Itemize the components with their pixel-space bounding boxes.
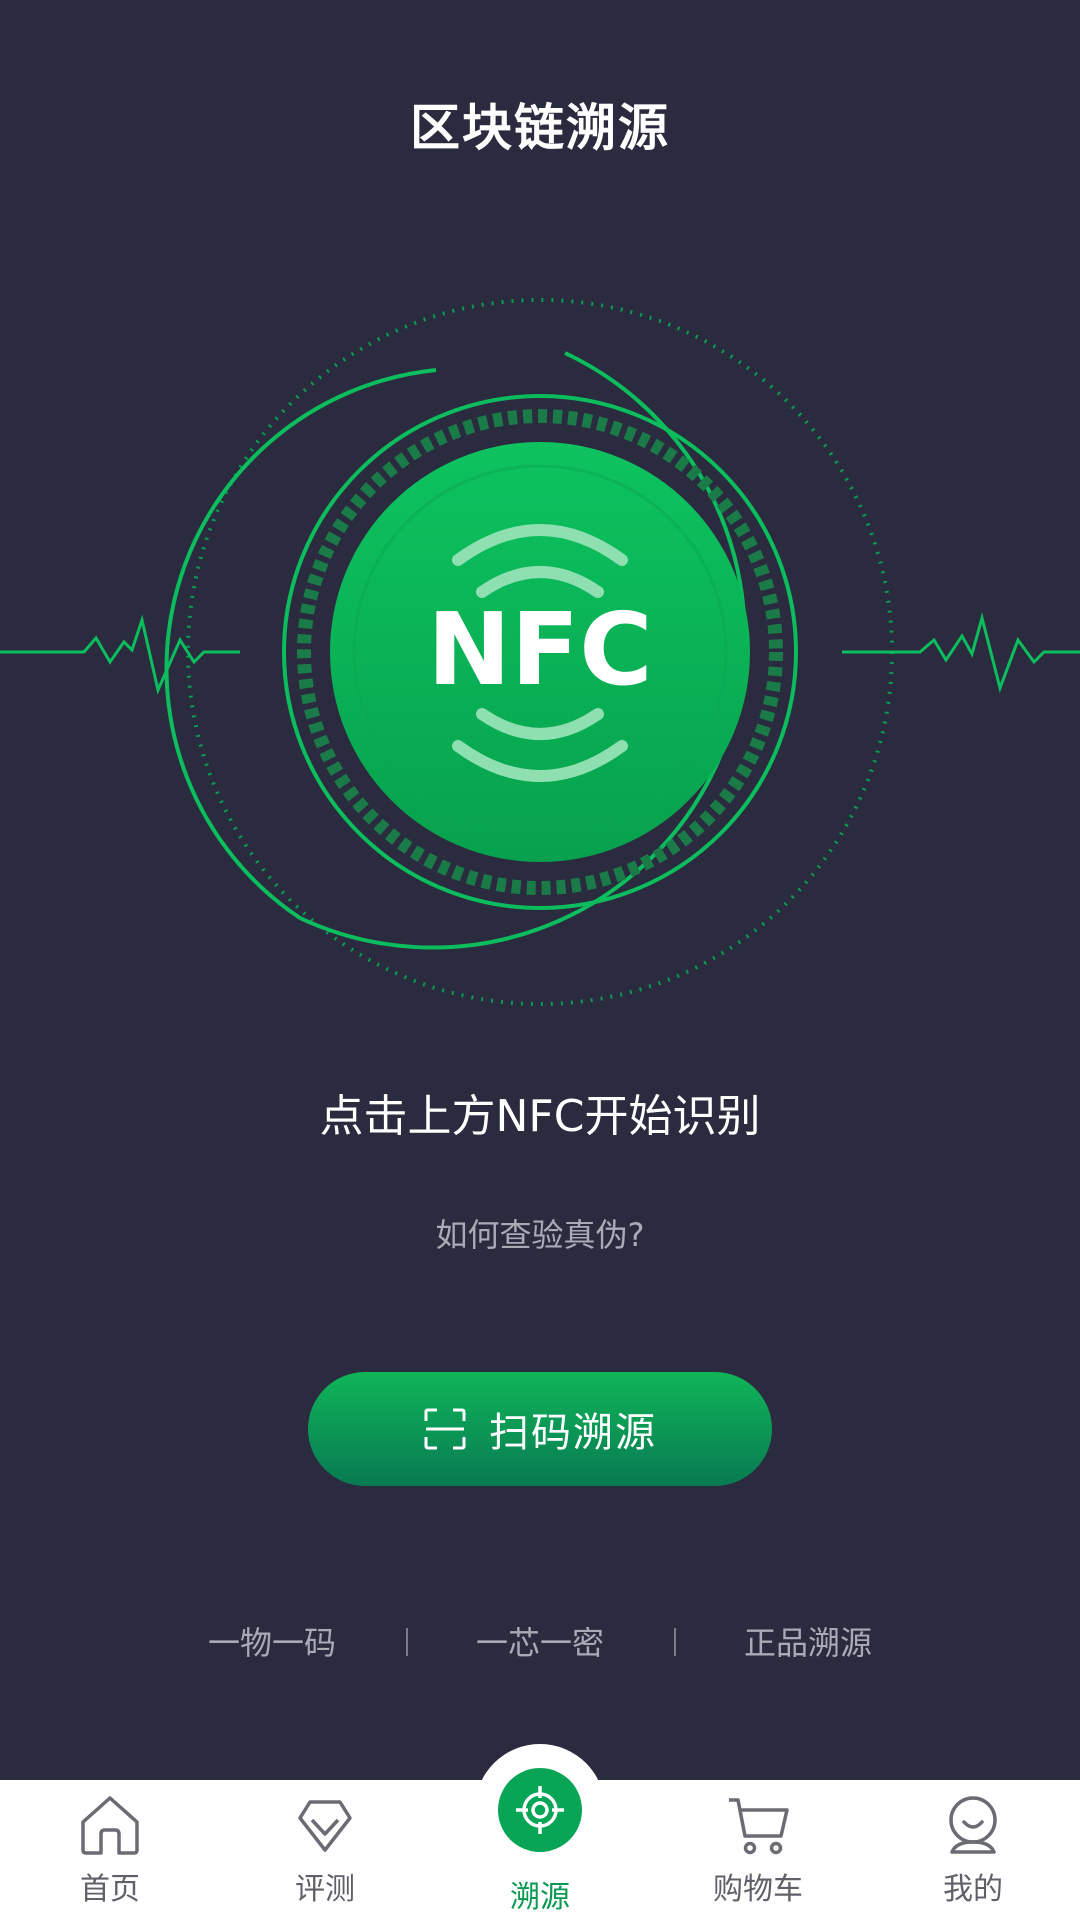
feature-item: 正品溯源: [743, 1624, 872, 1662]
tab-label: 评测: [295, 1872, 355, 1907]
nfc-trace-screen: 区块链溯源 NFC 点击上方NFC开始识别 如何查验真伪? 扫码溯源 一物一码 …: [0, 0, 1080, 1920]
nfc-icon: NFC: [330, 442, 750, 862]
tab-home[interactable]: 首页: [30, 1790, 190, 1910]
tab-label: 我的: [943, 1872, 1003, 1907]
home-icon: [81, 1796, 139, 1855]
diamond-icon: [298, 1800, 352, 1852]
tab-trace[interactable]: [498, 1768, 582, 1852]
scan-button-label: 扫码溯源: [489, 1410, 657, 1456]
feature-divider: [406, 1628, 408, 1656]
tab-label-active[interactable]: 溯源: [460, 1872, 620, 1916]
nfc-label: NFC: [427, 591, 652, 708]
target-icon: [516, 1786, 564, 1834]
feature-item: 一芯一密: [475, 1624, 604, 1662]
tab-label: 首页: [80, 1872, 140, 1907]
tab-profile[interactable]: 我的: [893, 1790, 1053, 1910]
nfc-scan-button[interactable]: NFC: [330, 442, 750, 862]
scan-trace-button[interactable]: 扫码溯源: [308, 1372, 772, 1486]
verify-authenticity-link[interactable]: 如何查验真伪?: [0, 1210, 1080, 1256]
feature-divider: [674, 1628, 676, 1656]
profile-icon: [949, 1796, 997, 1854]
feature-list: 一物一码 一芯一密 正品溯源: [0, 1618, 1080, 1668]
scan-icon: [424, 1408, 466, 1450]
feature-item: 一物一码: [207, 1624, 336, 1662]
tab-cart[interactable]: 购物车: [678, 1790, 838, 1910]
tab-label: 购物车: [713, 1872, 803, 1907]
tab-review[interactable]: 评测: [245, 1790, 405, 1910]
right-pulse-line: [842, 612, 1080, 693]
nfc-instruction: 点击上方NFC开始识别: [319, 1091, 761, 1142]
cart-icon: [729, 1798, 789, 1855]
page-title: 区块链溯源: [410, 99, 670, 157]
nfc-radar-area: NFC: [0, 290, 1080, 1010]
left-pulse-line: [0, 614, 240, 695]
